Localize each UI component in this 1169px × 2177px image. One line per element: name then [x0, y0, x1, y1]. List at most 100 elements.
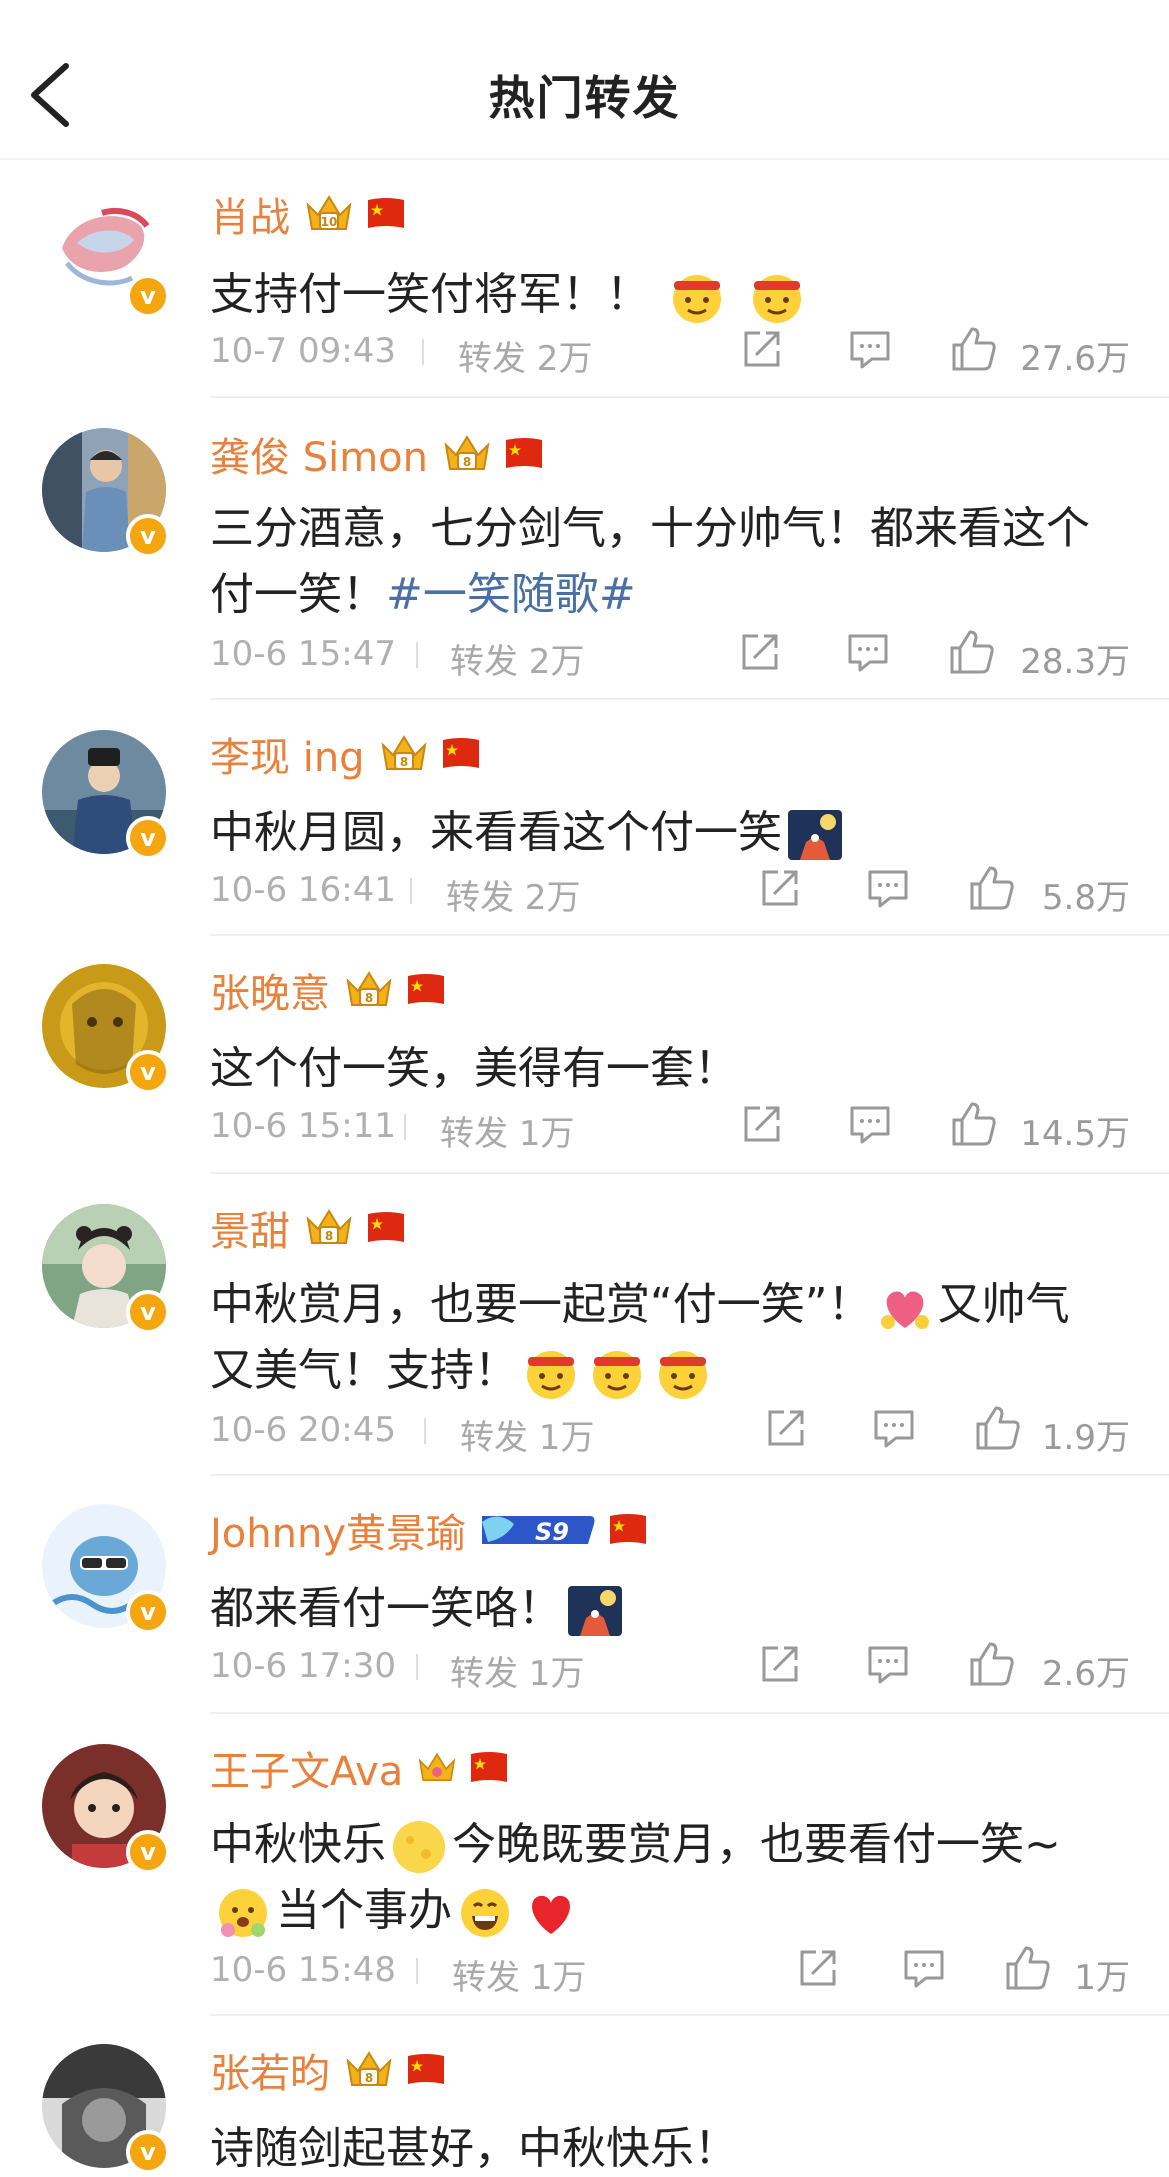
- share-icon[interactable]: [758, 1642, 802, 1686]
- full-moon-emoji: [393, 1821, 445, 1873]
- comment-icon[interactable]: [902, 1946, 946, 1990]
- repost-item[interactable]: v 景甜 8 中秋赏月，也要一起赏“付一笑”！ 又帅气 又美气！支持！ 10-6…: [0, 1174, 1169, 1476]
- repost-text-line: 三分酒意，七分剑气，十分帅气！都来看这个: [210, 503, 1090, 554]
- username[interactable]: 王子文Ava: [210, 1739, 403, 1797]
- username[interactable]: 张若昀: [210, 2041, 330, 2099]
- s9-badge-icon: S9: [482, 1516, 595, 1546]
- repost-count[interactable]: 转发 2万: [446, 870, 580, 919]
- repost-count[interactable]: 转发 1万: [460, 1410, 594, 1459]
- crown-badge-icon: 8: [346, 971, 392, 1006]
- thumbs-up-icon[interactable]: [950, 325, 998, 373]
- repost-item[interactable]: v 王子文Ava 中秋快乐 今晚既要赏月，也要看付一笑~ 当个事办 10-6 1…: [0, 1714, 1169, 2016]
- flower-face-emoji: [219, 1889, 267, 1937]
- repost-item[interactable]: v 肖战 10 支持付一笑付将军！！ 10-7 09:43 转发 2万 27.6…: [0, 160, 1169, 400]
- meta-row: 10-6 17:30 转发 1万 2.6万: [210, 1640, 1130, 1694]
- repost-text-body: 支持付一笑付将军！！: [210, 269, 664, 320]
- post-time: 10-6 17:30: [210, 1646, 396, 1686]
- post-time: 10-6 15:11: [210, 1106, 396, 1146]
- username[interactable]: 肖战: [210, 185, 290, 243]
- post-time: 10-7 09:43: [210, 331, 396, 371]
- china-flag-icon: [368, 1212, 404, 1242]
- headband-smile-emoji: [673, 275, 721, 323]
- name-row: 张若昀 8: [210, 2040, 448, 2100]
- comment-icon[interactable]: [866, 866, 910, 910]
- share-icon[interactable]: [764, 1406, 808, 1450]
- username[interactable]: 张晚意: [210, 961, 330, 1019]
- repost-item[interactable]: v 张晚意 8 这个付一笑，美得有一套！ 10-6 15:11 转发 1万 14…: [0, 936, 1169, 1174]
- meta-row: 10-6 15:48 转发 1万 1万: [210, 1944, 1130, 1998]
- username[interactable]: 李现 ing: [210, 725, 365, 783]
- comment-icon[interactable]: [866, 1642, 910, 1686]
- crown-badge-icon: 8: [306, 1209, 352, 1244]
- like-count: 1.9万: [1041, 1418, 1130, 1458]
- thumbs-up-icon[interactable]: [950, 1100, 998, 1148]
- share-icon[interactable]: [758, 866, 802, 910]
- post-time: 10-6 16:41: [210, 870, 396, 910]
- topic-link[interactable]: #一笑随歌#: [386, 569, 636, 620]
- share-icon[interactable]: [740, 327, 784, 371]
- share-icon[interactable]: [740, 1102, 784, 1146]
- username[interactable]: 龚俊 Simon: [210, 425, 428, 483]
- name-row: 肖战 10: [210, 184, 408, 244]
- share-icon[interactable]: [796, 1946, 840, 1990]
- repost-text: 支持付一笑付将军！！: [210, 262, 1130, 328]
- meta-row: 10-6 20:45 转发 1万 1.9万: [210, 1404, 1130, 1458]
- avatar-container[interactable]: v: [42, 188, 170, 318]
- verified-v-icon: v: [126, 1590, 170, 1634]
- comment-icon[interactable]: [848, 327, 892, 371]
- avatar-container[interactable]: v: [42, 730, 170, 860]
- share-icon[interactable]: [738, 630, 782, 674]
- like-count: 5.8万: [1041, 878, 1130, 918]
- crown-badge-icon: 8: [346, 2051, 392, 2086]
- moon-night-emoji: [788, 810, 842, 860]
- avatar-container[interactable]: v: [42, 1204, 170, 1334]
- thumbs-up-icon[interactable]: [974, 1404, 1022, 1452]
- meta-row: 10-6 15:11 转发 1万 14.5万: [210, 1100, 1130, 1154]
- meta-row: 10-6 16:41 转发 2万 5.8万: [210, 864, 1130, 918]
- thumbs-up-icon[interactable]: [1004, 1944, 1052, 1992]
- svg-text:8: 8: [399, 755, 407, 769]
- meta-separator: [416, 1654, 418, 1680]
- repost-text: 中秋赏月，也要一起赏“付一笑”！ 又帅气 又美气！支持！: [210, 1272, 1130, 1404]
- comment-icon[interactable]: [846, 630, 890, 674]
- repost-text-body: 中秋赏月，也要一起赏“付一笑”！: [210, 1279, 872, 1330]
- repost-text-body: 中秋月圆，来看看这个付一笑: [210, 807, 782, 858]
- repost-text-body: 这个付一笑，美得有一套！: [210, 1043, 738, 1094]
- repost-count[interactable]: 转发 1万: [452, 1950, 586, 1999]
- comment-icon[interactable]: [872, 1406, 916, 1450]
- verified-v-icon: v: [126, 1290, 170, 1334]
- repost-text-body: 都来看付一笑咯！: [210, 1583, 562, 1634]
- meta-separator: [404, 1114, 406, 1140]
- username[interactable]: 景甜: [210, 1199, 290, 1257]
- avatar-container[interactable]: v: [42, 2044, 170, 2174]
- crown-badge-icon: 8: [444, 435, 490, 470]
- repost-text-body: 中秋快乐: [210, 1819, 386, 1870]
- repost-count[interactable]: 转发 2万: [450, 634, 584, 683]
- repost-text: 中秋月圆，来看看这个付一笑: [210, 800, 1130, 866]
- repost-item[interactable]: v 李现 ing 8 中秋月圆，来看看这个付一笑 10-6 16:41 转发 2…: [0, 700, 1169, 936]
- repost-item[interactable]: v Johnny黄景瑜 S9 都来看付一笑咯！ 10-6 17:30 转发 1万…: [0, 1476, 1169, 1714]
- repost-text: 这个付一笑，美得有一套！: [210, 1036, 1130, 1102]
- avatar-container[interactable]: v: [42, 428, 170, 558]
- avatar-container[interactable]: v: [42, 1744, 170, 1874]
- svg-text:10: 10: [321, 215, 338, 229]
- avatar-container[interactable]: v: [42, 1504, 170, 1634]
- username[interactable]: Johnny黄景瑜: [210, 1501, 466, 1559]
- repost-count[interactable]: 转发 1万: [440, 1106, 574, 1155]
- repost-text-body: 又美气！支持！: [210, 1345, 518, 1396]
- repost-item[interactable]: v 张若昀 8 诗随剑起甚好，中秋快乐！: [0, 2016, 1169, 2177]
- repost-count[interactable]: 转发 1万: [450, 1646, 584, 1695]
- thumbs-up-icon[interactable]: [948, 628, 996, 676]
- like-count: 2.6万: [1041, 1654, 1130, 1694]
- thumbs-up-icon[interactable]: [968, 864, 1016, 912]
- thumbs-up-icon[interactable]: [968, 1640, 1016, 1688]
- headband-smile-emoji: [593, 1351, 641, 1399]
- avatar-container[interactable]: v: [42, 964, 170, 1094]
- top-nav-bar: 热门转发: [0, 0, 1169, 160]
- china-flag-icon: [471, 1752, 508, 1782]
- like-count: 28.3万: [1020, 642, 1130, 682]
- repost-item[interactable]: v 龚俊 Simon 8 三分酒意，七分剑气，十分帅气！都来看这个 付一笑！#一…: [0, 400, 1169, 700]
- repost-count[interactable]: 转发 2万: [458, 331, 592, 380]
- comment-icon[interactable]: [848, 1102, 892, 1146]
- post-time: 10-6 20:45: [210, 1410, 396, 1450]
